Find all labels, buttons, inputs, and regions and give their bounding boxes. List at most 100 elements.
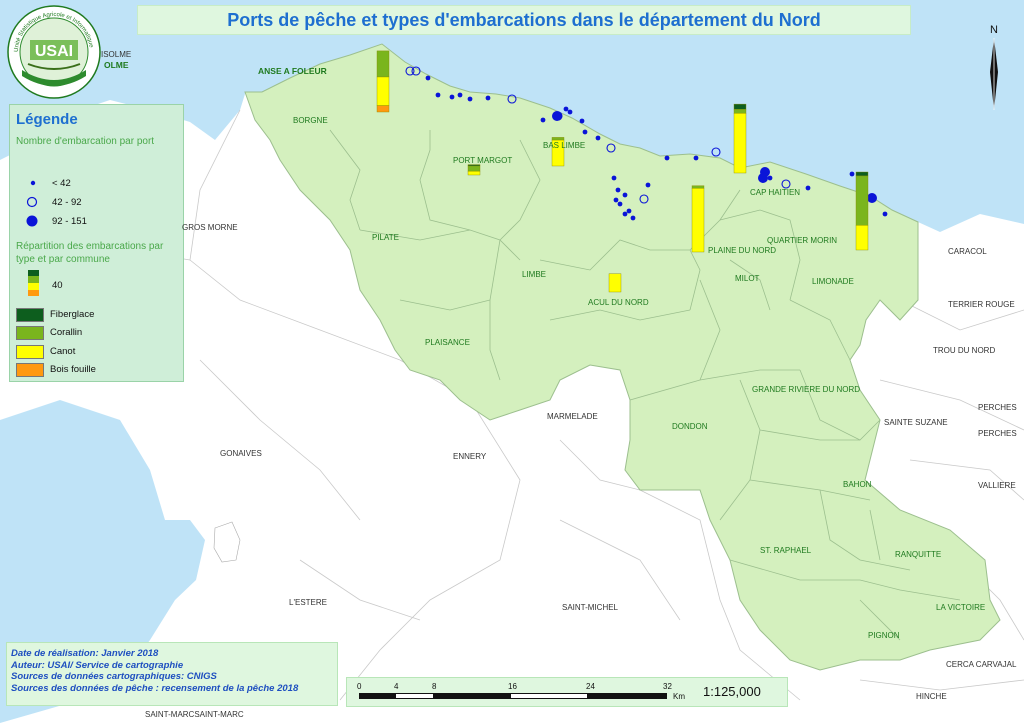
commune-label-plaisance: PLAISANCE <box>425 338 470 347</box>
scale-seg-3 <box>433 693 512 699</box>
port-large-symbol <box>26 215 38 227</box>
port-marker-small <box>615 187 621 193</box>
commune-bar-segment-corallin <box>551 137 565 141</box>
commune-bar-segment-corallin <box>376 50 390 78</box>
footer-sources-carto: Sources de données cartographiques: CNIG… <box>11 671 217 682</box>
legend-sample-value: 40 <box>52 280 63 291</box>
commune-label-terrier-rouge: TERRIER ROUGE <box>948 300 1015 309</box>
port-marker-small <box>567 109 573 115</box>
port-marker-small <box>579 118 585 124</box>
scale-seg-4 <box>510 693 589 699</box>
port-marker-large <box>758 173 768 183</box>
port-marker-small <box>693 155 699 161</box>
scale-tick-24: 24 <box>586 682 595 691</box>
port-marker-small <box>425 75 431 81</box>
commune-label-perches-2: PERCHES <box>978 429 1017 438</box>
commune-bar-segment-bois-fouille <box>376 105 390 113</box>
commune-label-sainte-suzane: SAINTE SUZANE <box>884 418 948 427</box>
port-marker-small <box>613 197 619 203</box>
commune-label-saint-michel: SAINT-MICHEL <box>562 603 619 612</box>
commune-label-grande-riviere: GRANDE RIVIERE DU NORD <box>752 385 861 394</box>
scale-unit: Km <box>673 692 685 701</box>
commune-label-hinche: HINCHE <box>916 692 947 701</box>
north-arrow: N <box>990 24 998 110</box>
commune-bar-segment-canot <box>691 188 705 253</box>
commune-label-olme: OLME <box>104 60 129 70</box>
commune-label-valliere: VALLIERE <box>978 481 1016 490</box>
commune-label-plaine-du-nord: PLAINE DU NORD <box>708 246 777 255</box>
commune-bar-segment-canot <box>376 76 390 106</box>
legend-type-label: Bois fouille <box>50 364 96 375</box>
commune-label-limbe: LIMBE <box>522 270 547 279</box>
commune-bar-segment-corallin <box>733 109 747 114</box>
commune-label-cerca-carvajal: CERCA CARVAJAL <box>946 660 1017 669</box>
commune-label-milot: MILOT <box>735 274 760 283</box>
port-marker-small <box>449 94 455 100</box>
port-marker-small <box>622 192 628 198</box>
usai-logo: USAI Unité Statistique Agricole et Infor… <box>7 5 101 99</box>
port-marker-small <box>611 175 617 181</box>
legend-title: Légende <box>16 111 78 128</box>
legend-type-label: Canot <box>50 346 76 357</box>
commune-bar-segment-canot <box>733 112 747 174</box>
port-marker-small <box>622 211 628 217</box>
legend-swatch-fiberglace <box>16 308 44 322</box>
commune-label-la-victoire: LA VICTOIRE <box>936 603 986 612</box>
commune-label-marmelade: MARMELADE <box>547 412 598 421</box>
commune-bar-segment-canot <box>855 225 869 251</box>
footer-date: Date de réalisation: Janvier 2018 <box>11 648 159 659</box>
port-small-symbol <box>30 180 36 186</box>
port-marker-small <box>617 201 623 207</box>
legend-swatch-canot <box>16 345 44 359</box>
legend-panel: Légende Nombre d'embarcation par port < … <box>9 104 184 382</box>
commune-bar-segment-corallin <box>467 165 481 172</box>
port-marker-small <box>595 135 601 141</box>
commune-bar-segment-canot <box>608 273 622 293</box>
map-title: Ports de pêche et types d'embarcations d… <box>227 9 821 30</box>
commune-bar-segment-fiberglace <box>855 171 869 177</box>
commune-label-acul-du-nord: ACUL DU NORD <box>588 298 649 307</box>
port-marker-large <box>552 111 562 121</box>
legend-port-heading: Nombre d'embarcation par port <box>16 136 155 147</box>
commune-label-borgne: BORGNE <box>293 116 328 125</box>
commune-label-ennery: ENNERY <box>453 452 487 461</box>
port-marker-small <box>849 171 855 177</box>
port-marker-small <box>435 92 441 98</box>
port-marker-small <box>645 182 651 188</box>
scale-tick-0: 0 <box>357 682 362 691</box>
scale-seg-2 <box>395 693 435 699</box>
port-medium-symbol <box>26 196 38 208</box>
commune-label-lestere: L'ESTERE <box>289 598 327 607</box>
scale-seg-1 <box>359 693 397 699</box>
commune-bar-segment-canot <box>467 170 481 176</box>
scale-seg-5 <box>587 693 667 699</box>
legend-port-class-small: < 42 <box>52 178 71 189</box>
commune-label-bahon: BAHON <box>843 480 872 489</box>
commune-label-ranquitte: RANQUITTE <box>895 550 942 559</box>
map-title-box: Ports de pêche et types d'embarcations d… <box>137 5 911 35</box>
port-marker-small <box>767 175 773 181</box>
port-marker-small <box>485 95 491 101</box>
port-marker-small <box>626 208 632 214</box>
legend-swatch-corallin <box>16 326 44 340</box>
commune-bar-segment-corallin <box>855 175 869 226</box>
commune-label-anse-a-foleur: ANSE A FOLEUR <box>258 66 327 76</box>
logo-text: USAI <box>35 43 73 60</box>
commune-label-gros-morne: GROS MORNE <box>182 223 238 232</box>
port-marker-large <box>867 193 877 203</box>
commune-label-isolme: ISOLME <box>101 50 132 59</box>
commune-label-quartier-morin: QUARTIER MORIN <box>767 236 838 245</box>
commune-label-pilate: PILATE <box>372 233 399 242</box>
port-marker-small <box>540 117 546 123</box>
commune-label-pignon: PIGNON <box>868 631 900 640</box>
port-marker-small <box>457 92 463 98</box>
scale-ratio: 1:125,000 <box>703 684 761 699</box>
scale-bar-box: 0 4 8 16 24 32 Km 1:125,000 <box>346 677 788 707</box>
scale-tick-16: 16 <box>508 682 517 691</box>
commune-label-gonaives: GONAIVES <box>220 449 262 458</box>
legend-type-label: Corallin <box>50 327 83 338</box>
commune-label-bas-limbe: BAS LIMBE <box>543 141 586 150</box>
commune-label-dondon: DONDON <box>672 422 708 431</box>
commune-label-caracol: CARACOL <box>948 247 987 256</box>
legend-port-class-large: 92 - 151 <box>52 216 87 227</box>
